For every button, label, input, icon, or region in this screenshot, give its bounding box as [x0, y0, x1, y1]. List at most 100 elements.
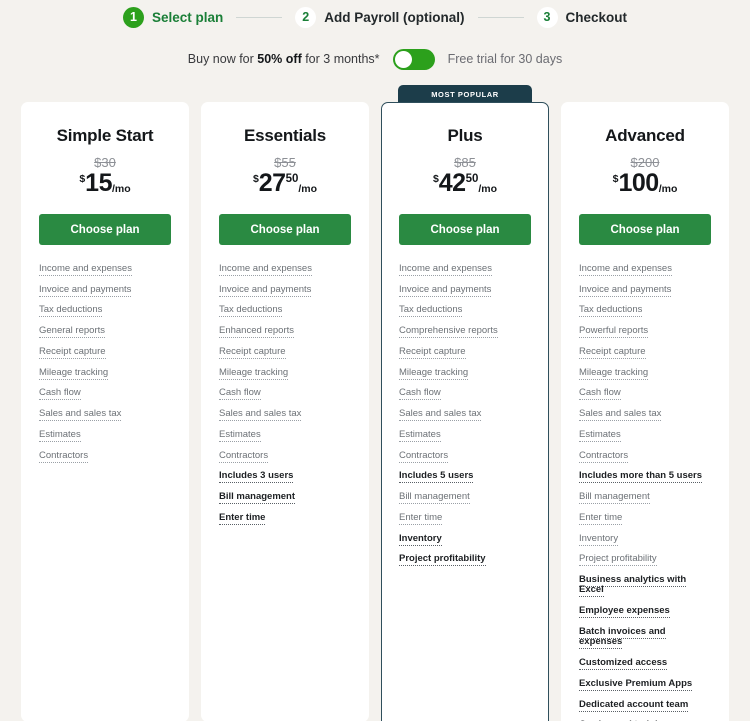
plan-feature-item[interactable]: Tax deductions — [219, 304, 351, 326]
plan-feature-item[interactable]: Business analytics with Excel — [579, 574, 711, 606]
price-amount: 42 — [438, 169, 466, 197]
plan-feature-item[interactable]: Enter time — [579, 511, 711, 534]
plan-feature-item[interactable]: Contractors — [219, 449, 351, 472]
price-amount: 15 — [85, 169, 112, 197]
plan-feature-label: Income and expenses — [219, 263, 312, 276]
plan-feature-item[interactable]: Mileage tracking — [219, 366, 351, 389]
plan-feature-item[interactable]: Income and expenses — [579, 263, 711, 285]
stepper-step-2[interactable]: 2 Add Payroll (optional) — [295, 6, 465, 28]
plan-feature-item[interactable]: Cash flow — [39, 387, 171, 409]
stepper-step-1[interactable]: 1 Select plan — [122, 6, 223, 28]
plan-feature-item[interactable]: Sales and sales tax — [399, 408, 531, 430]
plan-feature-item[interactable]: Powerful reports — [579, 325, 711, 347]
plan-feature-item[interactable]: Invoice and payments — [219, 283, 351, 306]
plan-feature-item[interactable]: Includes 5 users — [399, 470, 531, 492]
plan-feature-label: Employee expenses — [579, 605, 670, 619]
plan-feature-item[interactable]: Mileage tracking — [39, 366, 171, 389]
plan-feature-item[interactable]: Bill management — [399, 491, 531, 513]
plan-feature-item[interactable]: Enter time — [219, 511, 351, 534]
plan-feature-item[interactable]: Estimates — [399, 428, 531, 451]
choose-plan-button[interactable]: Choose plan — [219, 214, 351, 245]
plan-feature-item[interactable]: Comprehensive reports — [399, 325, 531, 347]
plan-feature-item[interactable]: Contractors — [399, 449, 531, 472]
plan-feature-item[interactable]: Income and expenses — [219, 263, 351, 285]
plan-current-price: $4250/mo — [399, 171, 531, 196]
plan-feature-item[interactable]: Includes more than 5 users — [579, 470, 711, 492]
plan-feature-item[interactable]: Inventory — [579, 532, 711, 555]
plan-feature-item[interactable]: Tax deductions — [39, 304, 171, 326]
plan-feature-item[interactable]: Income and expenses — [39, 263, 171, 285]
plan-feature-label: Enter time — [579, 511, 623, 525]
plan-feature-list: Income and expenses Invoice and payments T… — [579, 263, 711, 721]
offer-discount-value: 50% off — [257, 52, 302, 66]
plan-feature-item[interactable]: Invoice and payments — [579, 283, 711, 306]
step-connector — [477, 16, 524, 18]
plan-feature-item[interactable]: Income and expenses — [399, 263, 531, 285]
plan-feature-label: Comprehensive reports — [399, 325, 498, 339]
plan-feature-item[interactable]: Cash flow — [219, 387, 351, 409]
plan-feature-item[interactable]: Includes 3 users — [219, 470, 351, 492]
plan-feature-item[interactable]: Project profitability — [399, 553, 531, 575]
plan-feature-item[interactable]: Receipt capture — [39, 345, 171, 368]
choose-plan-button[interactable]: Choose plan — [399, 214, 531, 245]
plan-feature-label: Batch invoices and expenses — [579, 625, 666, 650]
plan-feature-list: Income and expenses Invoice and payments T… — [399, 263, 531, 575]
price-period: /mo — [111, 183, 131, 195]
step-number-badge: 3 — [536, 6, 558, 28]
plan-feature-item[interactable]: Bill management — [219, 491, 351, 513]
plan-feature-item[interactable]: Project profitability — [579, 553, 711, 575]
plan-feature-label: Includes 3 users — [219, 470, 294, 484]
plan-feature-label: Income and expenses — [579, 263, 672, 276]
plan-feature-item[interactable]: Customized access — [579, 657, 711, 679]
plan-feature-item[interactable]: Cash flow — [399, 387, 531, 409]
free-trial-toggle[interactable] — [392, 48, 435, 70]
plan-feature-item[interactable]: Estimates — [219, 428, 351, 451]
plan-feature-item[interactable]: Enhanced reports — [219, 325, 351, 347]
plan-feature-label: Sales and sales tax — [399, 408, 482, 422]
plan-feature-item[interactable]: Invoice and payments — [399, 283, 531, 306]
plan-feature-item[interactable]: Inventory — [399, 532, 531, 555]
plan-feature-label: Customized access — [579, 657, 668, 671]
plan-feature-item[interactable]: Contractors — [39, 449, 171, 472]
plan-feature-item[interactable]: Mileage tracking — [579, 366, 711, 389]
plan-feature-item[interactable]: Sales and sales tax — [579, 408, 711, 430]
plan-feature-item[interactable]: Exclusive Premium Apps — [579, 677, 711, 700]
plan-card-essentials: Essentials $55 $2750/mo Choose plan Income a… — [201, 85, 369, 721]
plan-feature-label: Powerful reports — [579, 325, 649, 339]
price-period: /mo — [658, 183, 678, 195]
plan-feature-item[interactable]: Dedicated account team — [579, 698, 711, 721]
plan-feature-item[interactable]: Receipt capture — [399, 345, 531, 368]
plan-feature-item[interactable]: Enter time — [399, 511, 531, 534]
plan-feature-label: Tax deductions — [399, 304, 463, 318]
free-trial-label: Free trial for 30 days — [447, 52, 563, 66]
plan-name: Plus — [447, 126, 483, 145]
plan-feature-item[interactable]: Sales and sales tax — [219, 408, 351, 430]
plan-original-price: $55 — [274, 155, 296, 170]
price-cents: 50 — [465, 173, 479, 185]
plan-feature-item[interactable]: General reports — [39, 325, 171, 347]
price-amount: 100 — [618, 169, 659, 197]
plan-feature-item[interactable]: Estimates — [579, 428, 711, 451]
plan-feature-item[interactable]: Contractors — [579, 449, 711, 472]
plan-feature-item[interactable]: Batch invoices and expenses — [579, 625, 711, 658]
price-period: /mo — [478, 183, 498, 195]
plan-feature-item[interactable]: Estimates — [39, 428, 171, 451]
plan-feature-item[interactable]: Tax deductions — [399, 304, 531, 326]
plan-card-plus: MOST POPULAR Plus $85 $4250/mo Choose plan In… — [381, 85, 549, 721]
plan-feature-item[interactable]: Sales and sales tax — [39, 408, 171, 430]
plan-card-simple-start: Simple Start $30 $15/mo Choose plan Income a… — [21, 85, 189, 721]
plan-original-price: $30 — [94, 155, 116, 170]
plan-feature-item[interactable]: Receipt capture — [579, 345, 711, 368]
plan-feature-label: Tax deductions — [219, 304, 283, 318]
plan-feature-item[interactable]: Employee expenses — [579, 605, 711, 627]
plan-feature-item[interactable]: Mileage tracking — [399, 366, 531, 389]
plan-feature-label: Receipt capture — [579, 345, 646, 359]
plan-feature-item[interactable]: Bill management — [579, 491, 711, 513]
plan-feature-item[interactable]: Receipt capture — [219, 345, 351, 368]
choose-plan-button[interactable]: Choose plan — [39, 214, 171, 245]
plan-feature-item[interactable]: Cash flow — [579, 387, 711, 409]
stepper-step-3[interactable]: 3 Checkout — [536, 6, 627, 28]
plan-feature-item[interactable]: Invoice and payments — [39, 283, 171, 306]
plan-feature-item[interactable]: Tax deductions — [579, 304, 711, 326]
choose-plan-button[interactable]: Choose plan — [579, 214, 711, 245]
